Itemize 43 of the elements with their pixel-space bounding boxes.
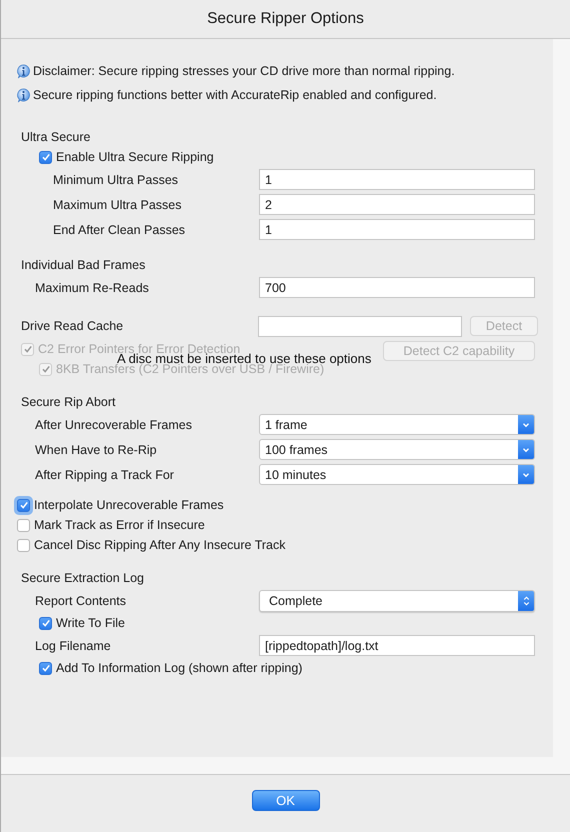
- checkbox-label: Mark Track as Error if Insecure: [34, 518, 205, 532]
- dropdown[interactable]: Complete: [259, 590, 535, 612]
- input-field[interactable]: [258, 316, 462, 336]
- section-title: Drive Read Cache: [21, 319, 124, 333]
- field-label: Report Contents: [35, 594, 128, 608]
- checkbox[interactable]: [17, 518, 30, 532]
- input-field[interactable]: 2: [259, 194, 535, 215]
- field-label: Maximum Ultra Passes: [53, 198, 182, 212]
- field-label: End After Clean Passes: [53, 222, 186, 236]
- section-title: Ultra Secure: [20, 129, 92, 146]
- checkbox[interactable]: [39, 150, 52, 164]
- field-label: After Unrecoverable Frames: [35, 418, 194, 432]
- field-label: Minimum Ultra Passes: [53, 172, 180, 186]
- checkbox[interactable]: [17, 498, 30, 512]
- checkbox-label: Add To Information Log (shown after ripping): [56, 661, 302, 675]
- checkbox-label: Cancel Disc Ripping After Any Insecure Track: [34, 538, 286, 552]
- field-label: Log Filename: [35, 638, 112, 652]
- checkbox-label: Interpolate Unrecoverable Frames: [34, 498, 224, 512]
- section-title: Secure Extraction Log: [20, 570, 145, 587]
- checkbox[interactable]: [39, 616, 52, 630]
- checkbox-label: Write To File: [56, 616, 126, 630]
- dropdown[interactable]: 10 minutes: [259, 464, 535, 485]
- input-field[interactable]: 1: [259, 219, 535, 240]
- notice-text: Secure ripping functions better with AccurateRip enabled and configured.: [33, 88, 437, 102]
- dropdown[interactable]: 1 frame: [259, 414, 535, 435]
- section-title: Secure Rip Abort: [20, 394, 116, 411]
- window-title: Secure Ripper Options: [207, 10, 364, 28]
- dropdown[interactable]: 100 frames: [259, 439, 535, 460]
- input-field[interactable]: 700: [259, 277, 535, 298]
- up-down-arrows-icon: [522, 594, 530, 608]
- info-icon: [16, 88, 31, 102]
- info-icon: [16, 64, 31, 78]
- checkbox-label: 8KB Transfers (C2 Pointers over USB / Firewire): [56, 362, 324, 376]
- input-field[interactable]: [rippedtopath]/log.txt: [259, 635, 535, 656]
- notice-text: Disclaimer: Secure ripping stresses your CD drive more than normal ripping.: [33, 64, 455, 78]
- input-field[interactable]: 1: [259, 169, 535, 190]
- checkbox-label: Enable Ultra Secure Ripping: [56, 150, 214, 164]
- field-label: Maximum Re-Reads: [35, 280, 150, 294]
- checkbox[interactable]: [17, 538, 30, 552]
- field-label: After Ripping a Track For: [35, 468, 175, 482]
- checkbox[interactable]: [39, 662, 52, 674]
- field-label: When Have to Re-Rip: [35, 442, 158, 456]
- section-title: Individual Bad Frames: [20, 257, 146, 274]
